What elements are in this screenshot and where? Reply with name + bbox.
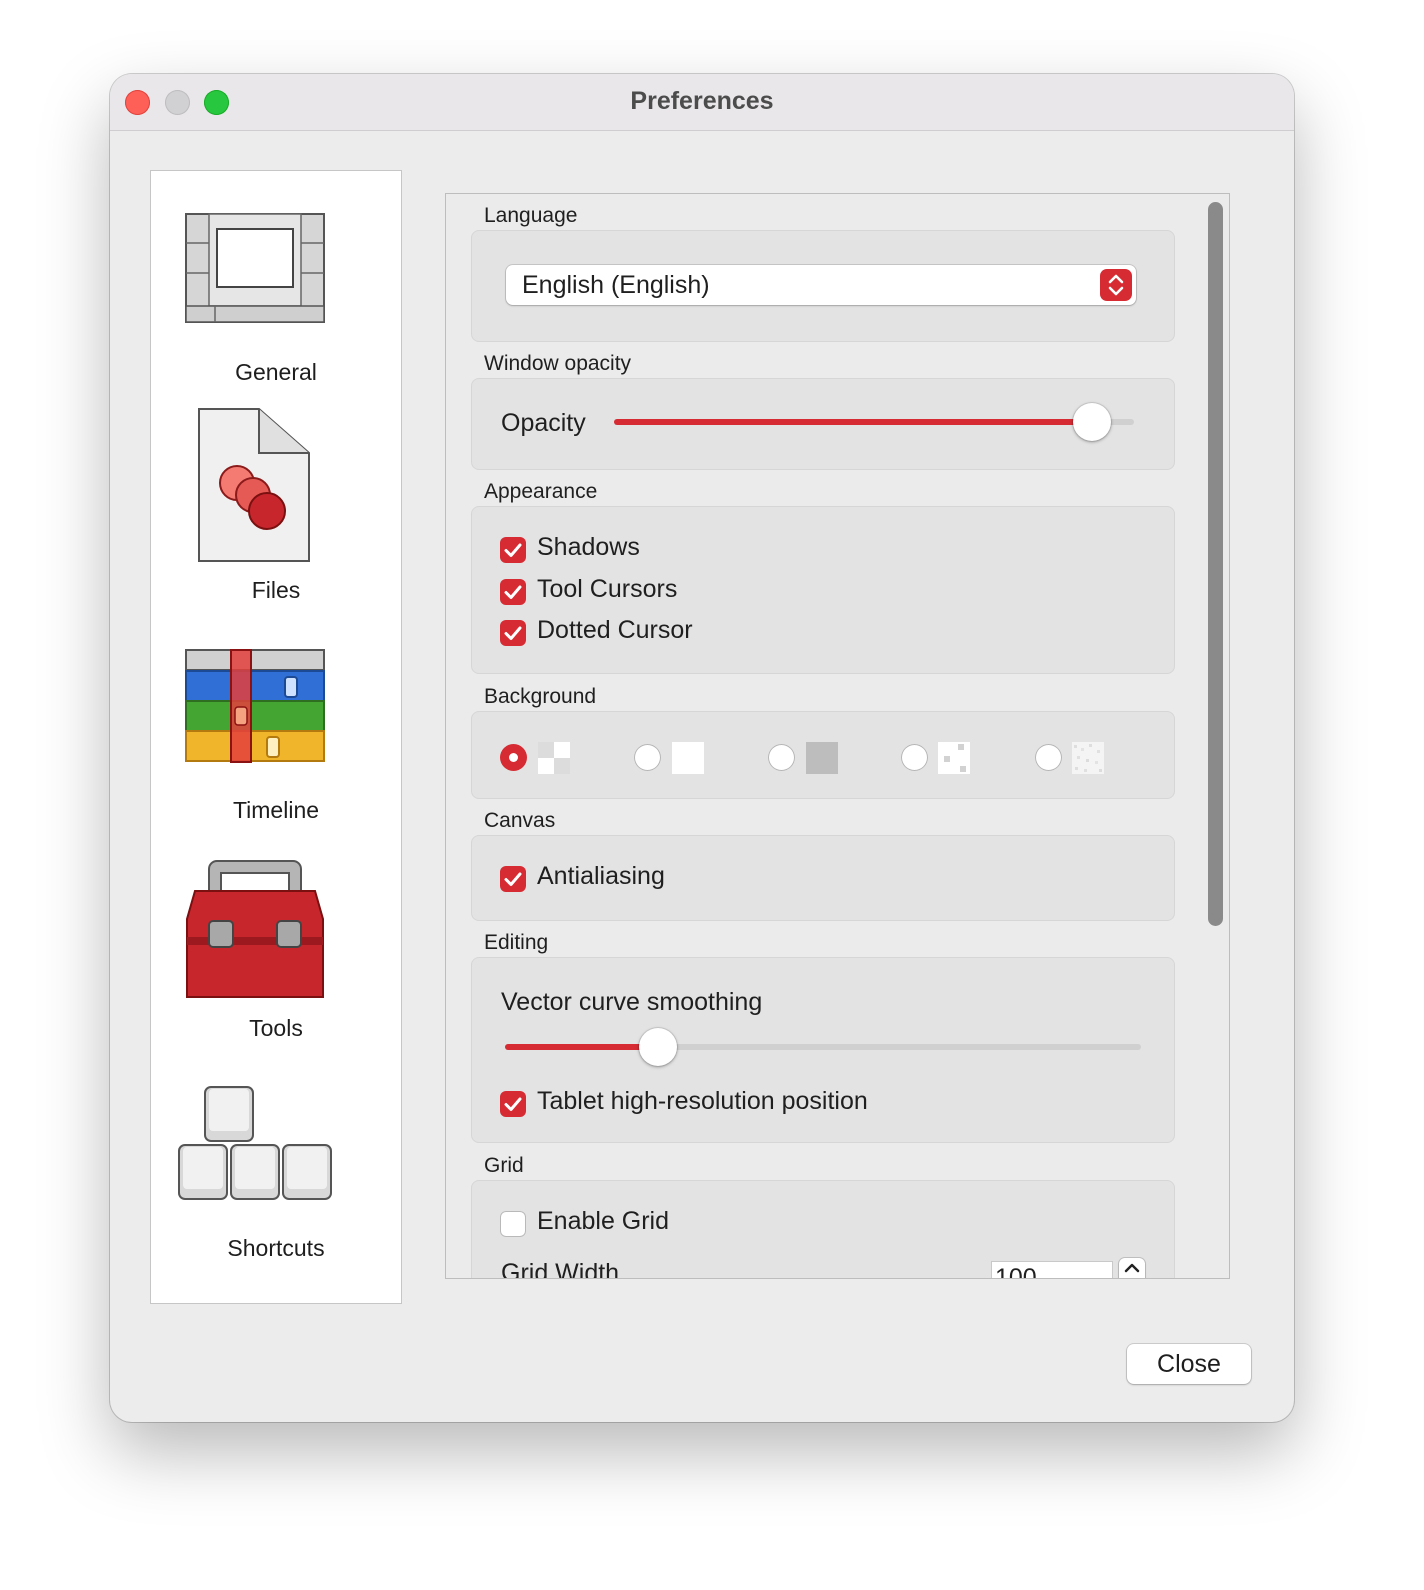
grid-width-input[interactable]: 100 [991, 1261, 1113, 1279]
grid-group: Enable Grid Grid Width 100 [471, 1180, 1175, 1279]
sidebar-item-files[interactable]: Files [151, 405, 401, 615]
window-opacity-group: Opacity [471, 378, 1175, 470]
section-title-appearance: Appearance [484, 480, 598, 503]
tablet-high-resolution-label: Tablet high-resolution position [537, 1087, 868, 1115]
enable-grid-checkbox[interactable] [500, 1211, 526, 1237]
select-arrows-icon [1100, 269, 1132, 301]
grid-width-value: 100 [995, 1264, 1037, 1279]
sidebar-item-label: Tools [249, 1015, 303, 1041]
shadows-checkbox[interactable] [500, 537, 526, 563]
opacity-slider-fill [614, 419, 1093, 425]
title-bar: Preferences [110, 74, 1294, 131]
background-radio-white[interactable] [634, 744, 661, 771]
chevron-up-icon [1124, 1263, 1140, 1273]
preferences-sidebar: General Files Timeline Tools Shortcuts [150, 170, 402, 1304]
section-title-grid: Grid [484, 1154, 524, 1177]
sidebar-item-general[interactable]: General [151, 201, 401, 411]
vector-curve-smoothing-label: Vector curve smoothing [501, 988, 763, 1016]
section-title-language: Language [484, 204, 578, 227]
shadows-label: Shadows [537, 533, 640, 561]
language-select[interactable]: English (English) [506, 265, 1136, 305]
background-group [471, 711, 1175, 799]
antialiasing-checkbox[interactable] [500, 866, 526, 892]
opacity-label: Opacity [501, 409, 586, 437]
editing-group: Vector curve smoothing Tablet high-resol… [471, 957, 1175, 1143]
sidebar-item-label: Shortcuts [227, 1235, 325, 1261]
gray-swatch-icon [806, 742, 838, 774]
opacity-slider-knob[interactable] [1073, 403, 1112, 441]
smoothing-slider-knob[interactable] [638, 1028, 677, 1066]
sidebar-item-shortcuts[interactable]: Shortcuts [151, 1063, 401, 1273]
background-radio-checkerboard[interactable] [500, 744, 527, 771]
antialiasing-label: Antialiasing [537, 862, 665, 890]
sidebar-item-label: General [235, 359, 317, 385]
sidebar-item-timeline[interactable]: Timeline [151, 625, 401, 835]
opacity-slider[interactable] [614, 403, 1144, 443]
tool-cursors-label: Tool Cursors [537, 575, 678, 603]
dotted-cursor-checkbox[interactable] [500, 620, 526, 646]
section-title-canvas: Canvas [484, 809, 556, 832]
appearance-group: Shadows Tool Cursors Dotted Cursor [471, 506, 1175, 674]
grid-width-stepper[interactable] [1119, 1258, 1145, 1278]
grid-width-label: Grid Width [501, 1259, 620, 1279]
noise-pattern-swatch-icon [1072, 742, 1104, 774]
smoothing-slider-fill [505, 1044, 658, 1050]
language-select-value: English (English) [522, 271, 710, 299]
canvas-group: Antialiasing [471, 835, 1175, 921]
sidebar-item-label: Files [251, 577, 301, 603]
section-title-window-opacity: Window opacity [484, 352, 632, 375]
enable-grid-label: Enable Grid [537, 1207, 670, 1235]
white-swatch-icon [672, 742, 704, 774]
preferences-content: Language English (English) Window opacit… [445, 193, 1230, 1279]
close-button[interactable]: Close [1127, 1344, 1251, 1384]
general-window-icon [185, 213, 325, 323]
background-radio-sparse[interactable] [901, 744, 928, 771]
checkerboard-swatch-icon [538, 742, 570, 774]
dotted-cursor-label: Dotted Cursor [537, 616, 693, 644]
window-title: Preferences [630, 87, 774, 115]
sparse-pattern-swatch-icon [938, 742, 970, 774]
background-radio-gray[interactable] [768, 744, 795, 771]
files-document-icon [198, 408, 310, 562]
language-group: English (English) [471, 230, 1175, 342]
tablet-high-resolution-checkbox[interactable] [500, 1091, 526, 1117]
toolbox-icon [186, 860, 324, 998]
vertical-scrollbar[interactable] [1208, 202, 1223, 926]
sidebar-item-tools[interactable]: Tools [151, 843, 401, 1053]
background-radio-noise[interactable] [1035, 744, 1062, 771]
timeline-icon [185, 649, 325, 763]
keyboard-keys-icon [178, 1086, 332, 1200]
section-title-background: Background [484, 685, 597, 708]
section-title-editing: Editing [484, 931, 549, 954]
preferences-window: Preferences General Files Timeline Tools… [110, 74, 1294, 1422]
tool-cursors-checkbox[interactable] [500, 579, 526, 605]
sidebar-item-label: Timeline [232, 797, 320, 823]
vector-curve-smoothing-slider[interactable] [505, 1028, 1145, 1068]
